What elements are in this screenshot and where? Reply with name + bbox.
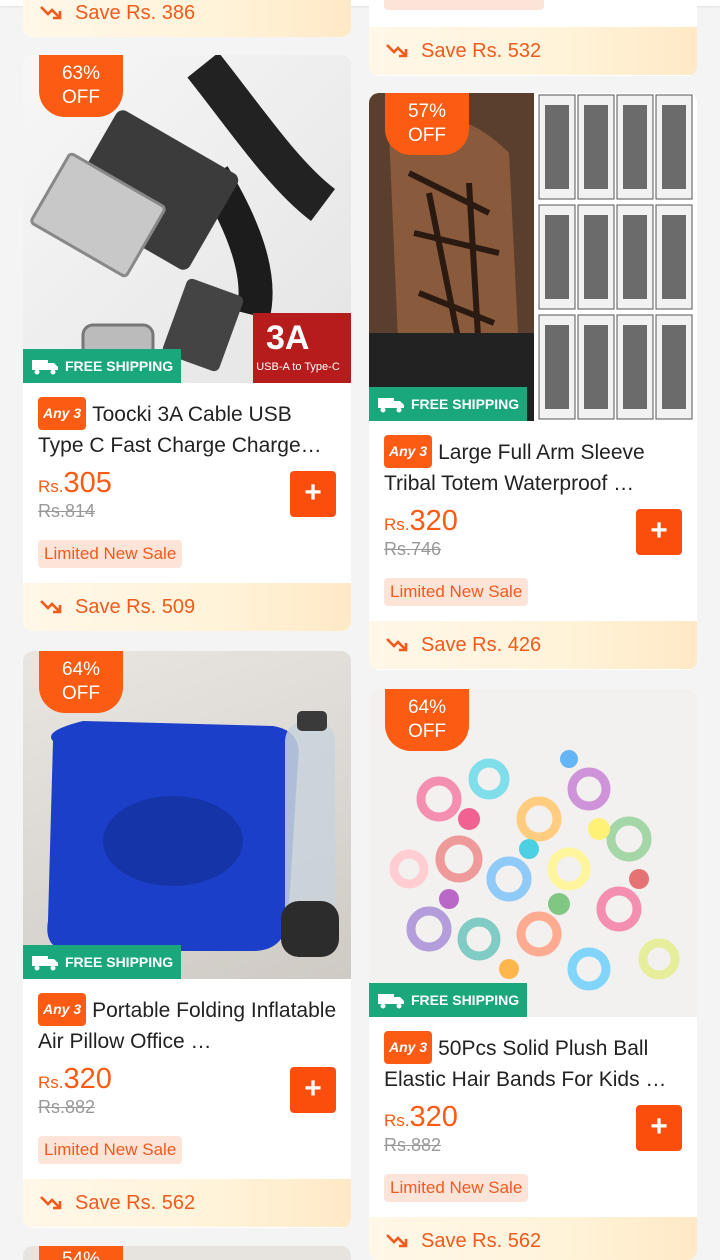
save-banner: Save Rs. 426 [369, 621, 697, 669]
save-text: Save Rs. 426 [421, 633, 542, 656]
truck-icon [32, 956, 58, 971]
discount-off-label: OFF [62, 683, 100, 704]
discount-percent: 64% [407, 697, 447, 718]
save-text: Save Rs. 562 [421, 1229, 542, 1252]
save-banner: Save Rs. 509 [23, 583, 351, 631]
save-text: Save Rs. 386 [75, 1, 196, 24]
price-value: 305 [63, 467, 112, 499]
free-shipping-label: FREE SHIPPING [411, 992, 520, 1008]
price-value: 320 [63, 1063, 112, 1095]
free-shipping-badge: FREE SHIPPING [369, 983, 527, 1017]
price-currency: Rs. [384, 1111, 410, 1130]
save-text: Save Rs. 532 [421, 39, 542, 62]
price: Rs.320 [38, 1063, 112, 1096]
price: Rs.305 [38, 467, 112, 500]
trend-down-icon [40, 600, 62, 614]
add-to-cart-button[interactable]: + [636, 1105, 682, 1151]
product-card-partial-top[interactable]: Save Rs. 532 [369, 0, 697, 76]
plus-icon: + [650, 1110, 668, 1143]
truck-icon [378, 398, 404, 413]
limited-sale-badge: Limited New Sale [38, 540, 183, 568]
price: Rs.320 [384, 505, 458, 538]
limited-sale-badge-partial [384, 0, 544, 10]
trend-down-icon [40, 1196, 62, 1210]
free-shipping-badge: FREE SHIPPING [23, 945, 181, 979]
trend-down-icon [386, 1234, 408, 1248]
truck-icon [378, 994, 404, 1009]
discount-percent: 64% [61, 659, 101, 680]
product-title[interactable]: Any 3 50Pcs Solid Plush Ball Elastic Hair… [384, 1031, 684, 1093]
product-card[interactable]: 64% OFF FREE SHIPPING Any 3 Portable Fold… [23, 651, 351, 1228]
price-currency: Rs. [384, 515, 410, 534]
trend-down-icon [40, 6, 62, 20]
discount-badge: 64% OFF [39, 651, 123, 713]
discount-badge: 63% OFF [39, 55, 123, 117]
trend-down-icon [386, 44, 408, 58]
price-currency: Rs. [38, 1073, 64, 1092]
add-to-cart-button[interactable]: + [290, 471, 336, 517]
price: Rs.320 [384, 1101, 458, 1134]
product-image[interactable]: 57% OFF FREE SHIPPING [369, 93, 697, 421]
save-text: Save Rs. 509 [75, 595, 196, 618]
price-value: 320 [409, 1101, 458, 1133]
free-shipping-badge: FREE SHIPPING [369, 387, 527, 421]
product-card[interactable]: 3A USB-A to Type-C 63% OFF FREE SHIPPING… [23, 55, 351, 631]
product-card[interactable]: 57% OFF FREE SHIPPING Any 3 Large Full Ar… [369, 93, 697, 670]
add-to-cart-button[interactable]: + [636, 509, 682, 555]
promo-tag: Any 3 [384, 1031, 433, 1064]
save-text: Save Rs. 562 [75, 1191, 196, 1214]
save-banner: Save Rs. 562 [369, 1217, 697, 1260]
discount-off-label: OFF [62, 87, 100, 108]
limited-sale-badge: Limited New Sale [384, 1174, 529, 1202]
product-card[interactable]: 64% OFF FREE SHIPPING Any 3 50Pcs Solid P… [369, 689, 697, 1260]
limited-sale-badge: Limited New Sale [38, 1136, 183, 1164]
add-to-cart-button[interactable]: + [290, 1067, 336, 1113]
promo-tag: Any 3 [38, 993, 87, 1026]
product-image[interactable]: 64% OFF FREE SHIPPING [369, 689, 697, 1017]
free-shipping-label: FREE SHIPPING [411, 396, 520, 412]
original-price: Rs.746 [384, 539, 442, 559]
discount-off-label: OFF [408, 125, 446, 146]
image-spec-big: 3A [266, 319, 310, 357]
free-shipping-label: FREE SHIPPING [65, 954, 174, 970]
price-value: 320 [409, 505, 458, 537]
limited-sale-badge: Limited New Sale [384, 578, 529, 606]
original-price: Rs.882 [38, 1097, 96, 1117]
product-card-partial-top[interactable]: Save Rs. 386 [23, 0, 351, 37]
free-shipping-badge: FREE SHIPPING [23, 349, 181, 383]
discount-percent: 54% [61, 1249, 101, 1260]
promo-tag: Any 3 [38, 397, 87, 430]
original-price: Rs.814 [38, 501, 96, 521]
image-spec-small: USB-A to Type-C [256, 361, 340, 373]
truck-icon [32, 360, 58, 375]
product-title[interactable]: Any 3 Toocki 3A Cable USB Type C Fast Cha… [38, 397, 338, 459]
plus-icon: + [304, 1072, 322, 1105]
plus-icon: + [304, 476, 322, 509]
product-title[interactable]: Any 3 Portable Folding Inflatable Air Pil… [38, 993, 338, 1055]
product-image[interactable]: 64% OFF FREE SHIPPING [23, 651, 351, 979]
discount-off-label: OFF [408, 721, 446, 742]
promo-tag: Any 3 [384, 435, 433, 468]
product-card-partial-bottom[interactable]: 54% [23, 1246, 351, 1260]
save-banner: Save Rs. 386 [23, 0, 351, 37]
plus-icon: + [650, 514, 668, 547]
discount-percent: 63% [61, 63, 101, 84]
product-image[interactable]: 3A USB-A to Type-C 63% OFF FREE SHIPPING [23, 55, 351, 383]
save-banner: Save Rs. 562 [23, 1179, 351, 1227]
original-price: Rs.882 [384, 1135, 442, 1155]
trend-down-icon [386, 638, 408, 652]
discount-badge: 57% OFF [385, 93, 469, 155]
discount-percent: 57% [407, 101, 447, 122]
product-title[interactable]: Any 3 Large Full Arm Sleeve Tribal Totem … [384, 435, 684, 497]
save-banner: Save Rs. 532 [369, 27, 697, 75]
price-currency: Rs. [38, 477, 64, 496]
discount-badge: 54% [39, 1246, 123, 1260]
discount-badge: 64% OFF [385, 689, 469, 751]
free-shipping-label: FREE SHIPPING [65, 358, 174, 374]
